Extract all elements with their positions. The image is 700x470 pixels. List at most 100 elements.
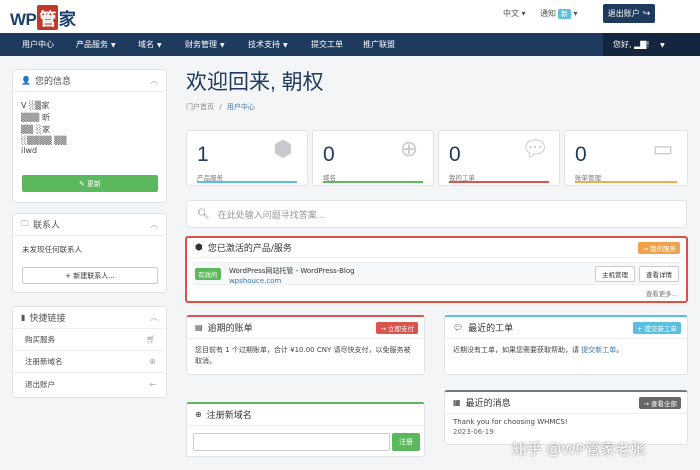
info-line: ▒▒ ░家 [21,125,50,134]
update-button[interactable]: ✎ 更新 [22,175,158,192]
update-label: ✎ 更新 [78,179,102,188]
open-ticket-button[interactable]: + 提交新工单 [632,322,681,334]
card-title: 最近的工单 [468,324,514,334]
logout-button[interactable]: 退出账户 ↪ [603,4,655,23]
info-line: ilwd [21,146,38,155]
info-line: V ░▒家 [21,101,50,110]
new-contact-label: + 新建联系人... [65,271,115,280]
watermark: 知乎 @WP管家老张 [512,441,646,458]
your-info-panel: 👤 您的信息 ︿ V ░▒家 ▒▒▒ 昕 ▒▒ ░家 ░▒▒▒▒ ▒▒ ilwd… [12,69,167,203]
user-icon: 👤 [21,76,31,85]
register-domain-card: ⊕ 注册新域名 注册 [186,402,425,457]
card-title: 注册新域名 [206,411,252,421]
nav-item-products[interactable]: 产品服务 ▼ [76,33,116,56]
language-selector[interactable]: 中文 ▾ [503,8,526,19]
overdue-text: 您目前有 1 个过期账单，合计 ¥10.00 CNY 请尽快支付，以免服务被取消… [195,346,411,365]
stat-products[interactable]: 1 产品服务 ⬢ [186,130,308,186]
quick-link-buy-services[interactable]: 购买服务 🛒︎ [13,329,166,351]
breadcrumb-home[interactable]: 门户首页 [186,103,214,111]
view-details-button[interactable]: 查看详情 [639,266,679,282]
recent-tickets-card: 💬︎ 最近的工单 + 提交新工单 近期没有工单，如果您需要获取帮助，请 提交新工… [444,315,688,375]
button-label: 注册 [399,438,413,446]
card-title: 最近的消息 [465,399,511,409]
panel-header: 🗀 联系人 ︿ [13,214,166,236]
nav-item-user-center[interactable]: 用户中心 [22,33,54,56]
site-logo[interactable]: WP 管家 [10,5,76,30]
my-services-button[interactable]: → 我的服务 [638,242,680,254]
folder-icon: 🗀 [21,218,29,228]
domain-input[interactable] [193,433,390,451]
recent-news-card: ▦ 最近的消息 → 查看全部 Thank you for choosing WH… [444,390,688,445]
panel-header: ⬢ 您已激活的产品/服务 → 我的服务 [187,238,686,258]
contacts-panel: 🗀 联系人 ︿ 未发现任何联系人 + 新建联系人... [12,213,167,293]
info-line: ▒▒▒ 昕 [21,113,50,122]
user-menu[interactable]: 您好, ▂▇! ▼ [603,33,700,56]
credit-card-icon: ▭ [652,137,674,162]
top-bar: WP 管家 中文 ▾ 通知新 ▾ 退出账户 ↪ [0,0,700,33]
nav-item-support[interactable]: 技术支持 ▼ [248,33,288,56]
chevron-up-icon[interactable]: ︿ [150,75,158,86]
stat-bar [575,181,677,183]
caret-down-icon: ▼ [220,42,225,49]
card-header: ▤ 逾期的账单 → 立即支付 [187,317,424,339]
panel-title: 您的信息 [34,77,71,87]
view-all-button[interactable]: → 查看全部 [639,397,681,409]
stat-tickets[interactable]: 0 我的工单 💬︎ [438,130,560,186]
news-icon: ▦ [453,398,461,407]
pay-now-button[interactable]: → 立即支付 [376,322,418,334]
open-ticket-link[interactable]: 提交新工单 [581,346,616,354]
chat-icon: 💬︎ [453,323,464,332]
chat-icon: 💬︎ [521,137,549,162]
bookmark-icon: ▮ [21,313,26,322]
logo-text-box: 管 [37,5,58,30]
notifications-badge: 新 [558,9,571,19]
notifications[interactable]: 通知新 ▾ [540,8,578,19]
new-contact-button[interactable]: + 新建联系人... [22,267,158,284]
nav-item-billing[interactable]: 财务管理 ▼ [185,33,225,56]
caret-down-icon: ▼ [660,42,665,49]
quick-link-logout[interactable]: 退出账户 ← [13,373,166,395]
search-icon: 🔍︎ [197,208,210,220]
register-button[interactable]: 注册 [392,433,420,451]
search-placeholder: 在此处输入问题寻找答案... [217,210,326,221]
nav-item-open-ticket[interactable]: 提交工单 [311,33,343,56]
breadcrumb: 门户首页 / 用户中心 [186,102,255,112]
nav-label: 技术支持 [248,40,280,49]
chevron-up-icon[interactable]: ︿ [150,219,158,230]
cube-icon: ⬢ [195,242,203,253]
view-more-link[interactable]: 查看更多... [646,288,678,298]
stat-invoices[interactable]: 0 账单管理 ▭ [564,130,688,186]
nav-label: 财务管理 [185,40,217,49]
nav-label: 推广联盟 [363,40,395,49]
product-url[interactable]: wpshouce.com [229,277,281,285]
chevron-up-icon[interactable]: ︿ [150,312,158,323]
button-label: 主机管理 [602,271,628,279]
caret-down-icon: ▼ [283,42,288,49]
nav-item-affiliates[interactable]: 推广联盟 [363,33,395,56]
card-header: 💬︎ 最近的工单 + 提交新工单 [445,317,687,339]
calendar-icon: ▤ [195,323,203,332]
logo-text-post: 家 [58,10,76,29]
tickets-text-post: 。 [616,346,624,354]
quick-link-register-domain[interactable]: 注册新域名 ⊕ [13,351,166,373]
panel-header: 👤 您的信息 ︿ [13,70,166,92]
page-title: 欢迎回来, 朝权 [186,71,324,94]
stat-bar [197,181,297,183]
product-row: 有效的 WordPress网站托管 - WordPress-Blog wpsho… [193,262,680,285]
logout-icon: ↪ [642,8,651,19]
breadcrumb-current: 用户中心 [226,103,255,111]
news-message[interactable]: Thank you for choosing WHMCS! [453,417,679,427]
status-badge: 有效的 [195,268,221,280]
product-name: WordPress网站托管 - WordPress-Blog [229,267,355,275]
stat-value: 0 [575,143,587,166]
nav-item-domains[interactable]: 域名 ▼ [138,33,162,56]
stat-domains[interactable]: 0 域名 ⊕ [312,130,434,186]
nav-label: 产品服务 [76,40,108,49]
knowledgebase-search[interactable]: 🔍︎ 在此处输入问题寻找答案... [186,200,687,228]
chevron-down-icon: ▾ [521,9,526,18]
card-header: ⊕ 注册新域名 [187,404,424,426]
host-manage-button[interactable]: 主机管理 [595,266,635,282]
language-label: 中文 [503,9,519,18]
stat-value: 0 [323,143,335,166]
panel-title: 快捷链接 [29,314,66,324]
